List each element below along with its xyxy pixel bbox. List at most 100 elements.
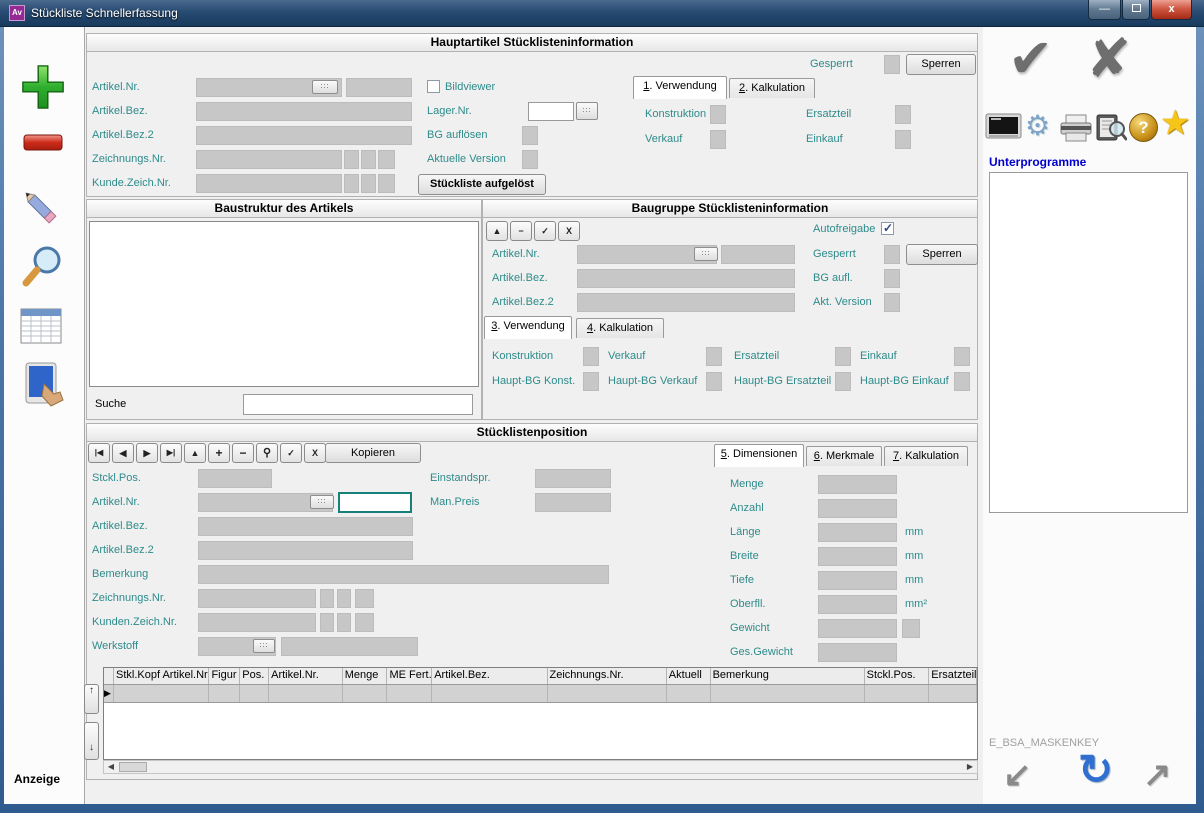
oberfl-field [818,595,897,614]
table-icon[interactable] [20,308,62,349]
col-figur[interactable]: Figur [209,668,240,684]
col-ersatzteil[interactable]: Ersatzteil [929,668,977,684]
close-button[interactable]: x [1151,0,1192,20]
grid-down-button[interactable]: ↓ [84,722,99,760]
col-bemerkung[interactable]: Bemerkung [711,668,865,684]
bildviewer-checkbox[interactable] [427,80,440,93]
artikel-bez2-field [196,126,412,145]
laenge-label: Länge [730,526,761,538]
bg-nav-up-button[interactable]: ▲ [486,221,508,241]
bg-nav-delete-button[interactable]: − [510,221,532,241]
maximize-button[interactable] [1122,0,1150,20]
pos-artikel-nr-label: Artikel.Nr. [92,496,140,508]
anzahl-field [818,499,897,518]
col-menge[interactable]: Menge [343,668,388,684]
lager-nr-input[interactable] [528,102,574,121]
printer-icon[interactable] [1059,113,1093,148]
favorites-star-icon[interactable]: ★ [1160,103,1190,143]
tab-5-dimensionen[interactable]: 5. Dimensionen [714,444,804,467]
tab-4-kalkulation[interactable]: 4. Kalkulation [576,318,664,338]
refresh-arrow-icon[interactable]: ↻ [1078,745,1113,794]
pos-nav-next-button[interactable]: ▶ [136,443,158,463]
pos-nav-up-button[interactable]: ▲ [184,443,206,463]
stueckliste-aufgeloest-button[interactable]: Stückliste aufgelöst [418,174,546,195]
grid-up-button[interactable]: ↑ [84,684,99,714]
stckl-pos-field [198,469,272,488]
bg-verkauf-label: Verkauf [608,350,645,362]
col-stckl-pos[interactable]: Stckl.Pos. [865,668,930,684]
baustruktur-tree[interactable] [89,221,479,387]
pos-artikel-bez-label: Artikel.Bez. [92,520,148,532]
bg-nav-post-button[interactable]: ✓ [534,221,556,241]
col-aktuell[interactable]: Aktuell [667,668,711,684]
touch-screen-icon[interactable] [18,360,68,415]
hauptbg-verkauf-box [706,372,722,391]
grid-empty-row[interactable]: ▶ [104,685,977,703]
col-zeichnungs-nr[interactable]: Zeichnungs.Nr. [548,668,667,684]
pos-artikel-nr-input[interactable] [338,492,412,513]
confirm-icon[interactable]: ✔ [1008,27,1053,90]
unterprogramme-listbox[interactable] [989,172,1188,513]
col-me-fert[interactable]: ME Fert. [387,668,432,684]
autofreigabe-checkbox[interactable] [881,222,894,235]
monitor-icon[interactable] [985,113,1022,146]
redo-arrow-icon[interactable]: ↗ [1143,755,1172,795]
cancel-icon[interactable]: ✘ [1086,27,1131,90]
lager-nr-lookup-button[interactable]: ::: [576,102,598,120]
suche-input[interactable] [243,394,473,415]
tab-7-kalkulation[interactable]: 7. Kalkulation [884,446,968,466]
bg-sperren-button[interactable]: Sperren [906,244,978,265]
search-icon[interactable] [18,243,66,296]
autofreigabe-label: Autofreigabe [813,223,875,235]
maximize-icon [1132,4,1141,12]
ges-gewicht-field [818,643,897,662]
add-icon[interactable] [20,62,66,117]
pos-artikel-nr-lookup-button[interactable]: ::: [310,495,334,509]
pos-nav-last-button[interactable]: ▶| [160,443,182,463]
bildviewer-label: Bildviewer [445,81,495,93]
col-artikel-nr[interactable]: Artikel.Nr. [269,668,343,684]
pos-nav-post-button[interactable]: ✓ [280,443,302,463]
pos-nav-prev-button[interactable]: ◀ [112,443,134,463]
edit-icon[interactable] [18,185,64,236]
werkstoff-lookup-button[interactable]: ::: [253,639,275,653]
tab-2-kalkulation[interactable]: 2. Kalkulation [729,78,815,98]
oberfl-unit: mm² [905,598,927,610]
delete-icon[interactable] [22,130,64,161]
col-stkl-kopf-artikel-nr[interactable]: Stkl.Kopf Artikel.Nr [114,668,209,684]
pos-nav-first-button[interactable]: |◀ [88,443,110,463]
einstandspr-label: Einstandspr. [430,472,491,484]
baustruktur-title: Baustruktur des Artikels [86,199,482,218]
sperren-button[interactable]: Sperren [906,54,976,75]
bg-aufloesen-label: BG auflösen [427,129,488,141]
bg-artikel-nr-lookup-button[interactable]: ::: [694,247,718,261]
kunde-zeich-nr-sub3 [378,174,395,193]
positions-grid[interactable]: Stkl.Kopf Artikel.Nr Figur Pos. Artikel.… [103,667,978,760]
scroll-thumb[interactable] [119,762,147,772]
akt-version-box [884,293,900,312]
tab-3-verwendung[interactable]: 3. Verwendung [484,316,572,339]
col-artikel-bez[interactable]: Artikel.Bez. [432,668,547,684]
help-icon[interactable]: ? [1129,113,1158,142]
pos-artikel-bez2-label: Artikel.Bez.2 [92,544,154,556]
grid-horizontal-scrollbar[interactable]: ◀ ▶ [103,760,978,774]
pos-nav-delete-button[interactable]: − [232,443,254,463]
minimize-button[interactable]: — [1088,0,1121,20]
kopieren-button[interactable]: Kopieren [325,443,421,463]
settings-gear-icon[interactable]: ⚙ [1025,109,1050,142]
scroll-left-icon[interactable]: ◀ [104,761,118,773]
hauptbg-verkauf-label: Haupt-BG Verkauf [608,375,697,387]
col-pos[interactable]: Pos. [240,668,269,684]
einkauf-box [895,130,911,149]
tab-1-verwendung[interactable]: 1. Verwendung [633,76,727,99]
pos-nav-edit-button[interactable]: ⚲ [256,443,278,463]
pos-nav-insert-button[interactable]: + [208,443,230,463]
pos-nav-cancel-button[interactable]: X [304,443,326,463]
scroll-right-icon[interactable]: ▶ [963,761,977,773]
title-bar[interactable]: Av Stückliste Schnellerfassung — x [0,0,1204,27]
bg-nav-cancel-button[interactable]: X [558,221,580,241]
tab-6-merkmale[interactable]: 6. Merkmale [806,446,882,466]
artikel-nr-lookup-button[interactable]: ::: [312,80,338,94]
undo-arrow-icon[interactable]: ↙ [1003,755,1032,795]
search-document-icon[interactable] [1095,112,1127,148]
